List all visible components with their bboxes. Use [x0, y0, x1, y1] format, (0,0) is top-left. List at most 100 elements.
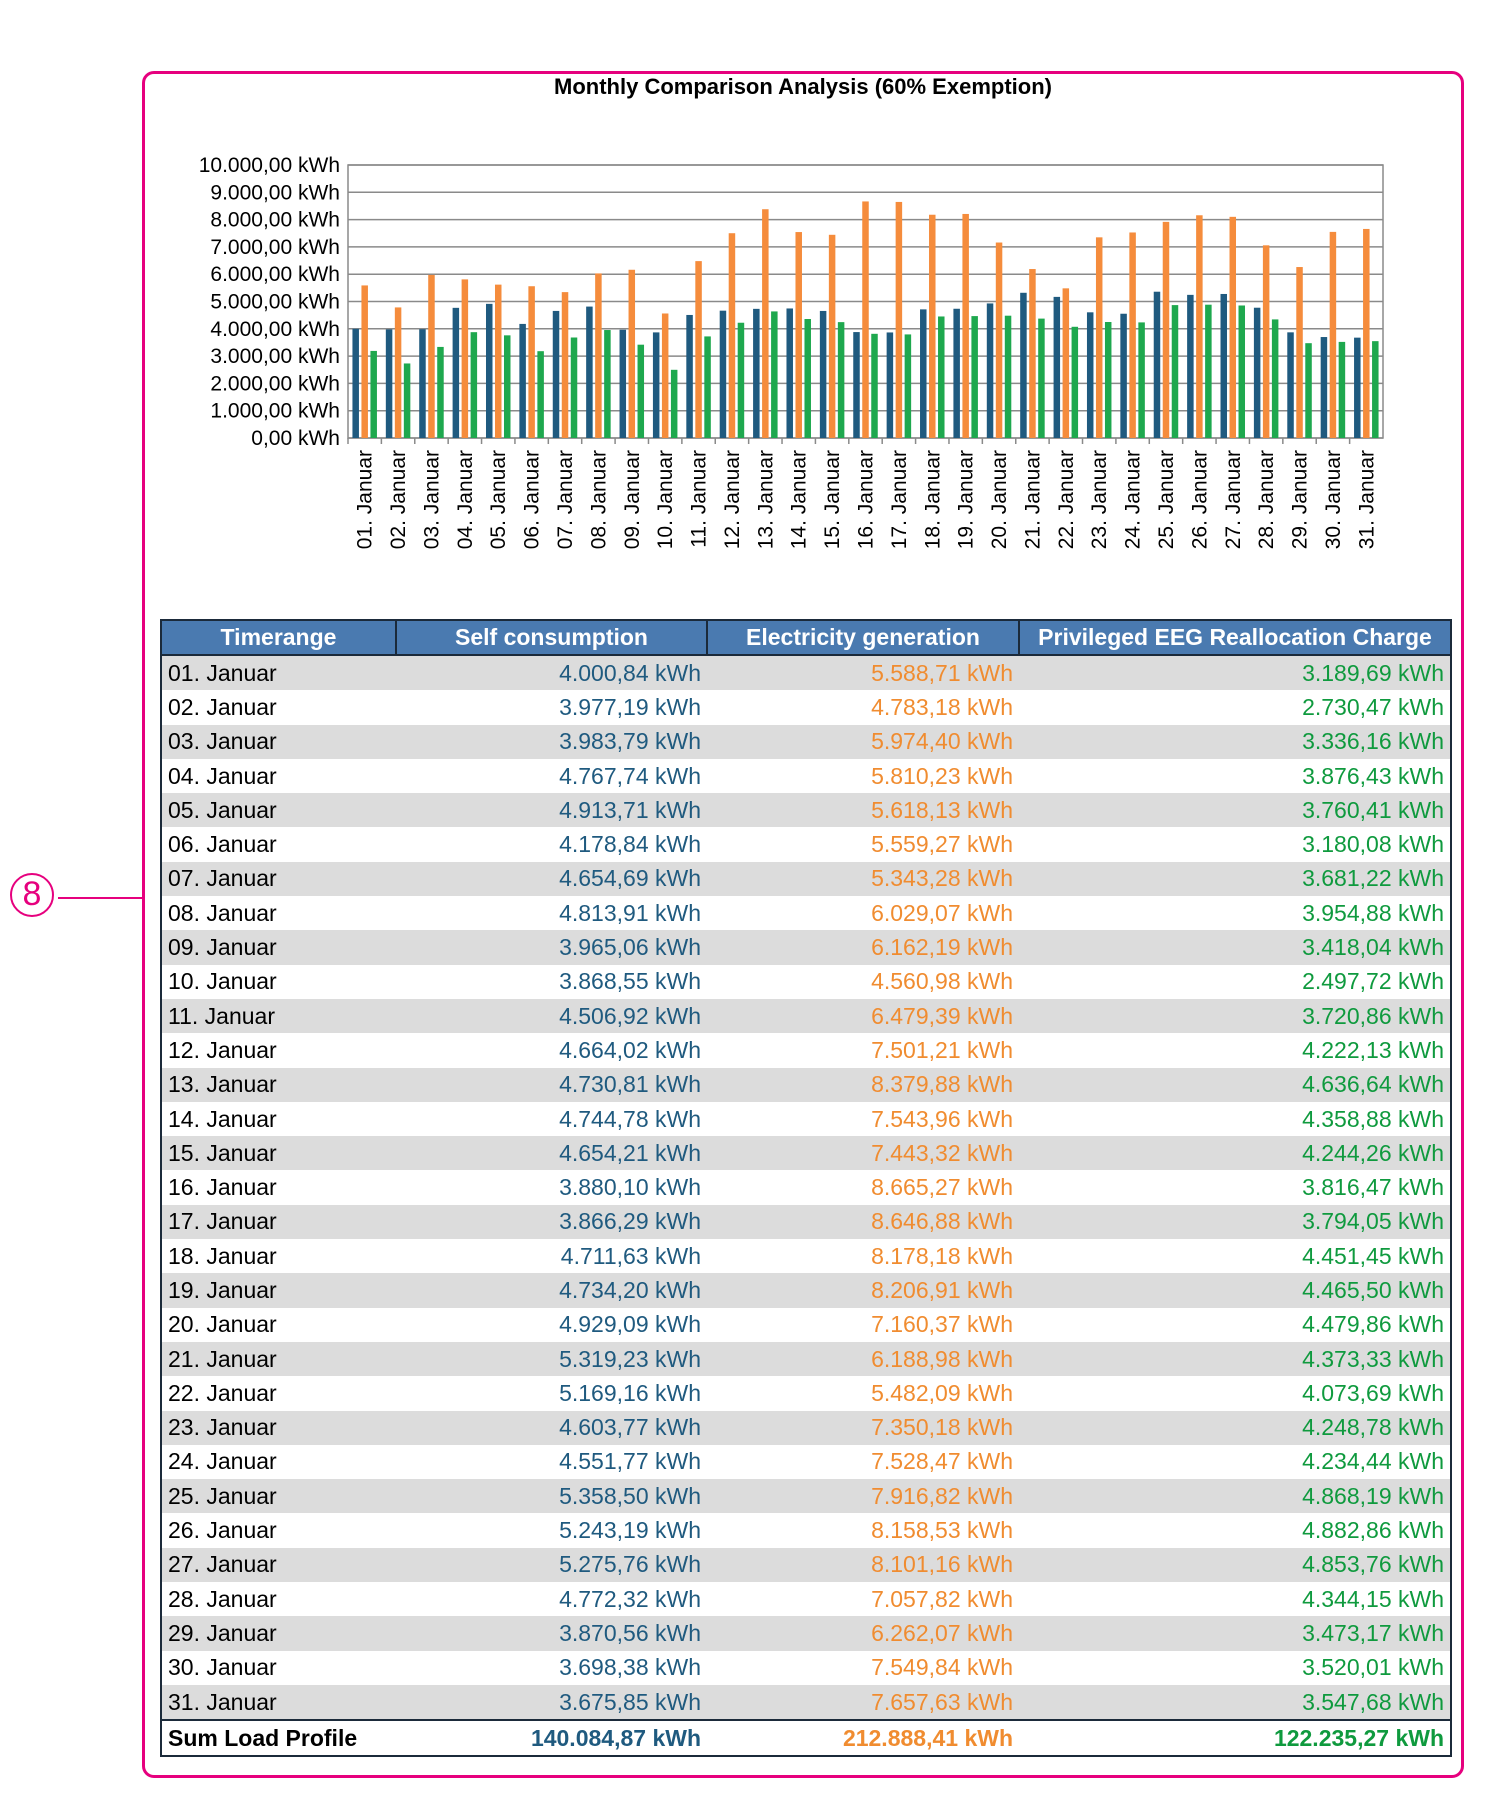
bar: [661, 313, 669, 438]
bar: [771, 311, 778, 438]
x-tick-label: 31. Januar: [1355, 450, 1378, 549]
cell-eeg-charge: 3.547,68 kWh: [1019, 1684, 1451, 1721]
cell-eeg-charge: 4.636,64 kWh: [1019, 1067, 1451, 1102]
bar: [753, 308, 760, 438]
bar: [1338, 341, 1346, 438]
cell-electricity-generation: 6.029,07 kWh: [707, 896, 1019, 931]
cell-timerange: 19. Januar: [161, 1273, 396, 1308]
table-row: 14. Januar 4.744,78 kWh 7.543,96 kWh 4.358,…: [161, 1101, 1451, 1137]
bar: [670, 369, 678, 438]
table-row: 05. Januar 4.913,71 kWh 5.618,13 kWh 3.760,…: [161, 793, 1451, 828]
y-tick-label: 8.000,00 kWh: [210, 209, 340, 232]
cell-self-consumption: 4.000,84 kWh: [396, 655, 707, 691]
bar: [652, 332, 660, 438]
cell-electricity-generation: 5.482,09 kWh: [707, 1376, 1019, 1411]
cell-eeg-charge: 4.465,50 kWh: [1019, 1273, 1451, 1308]
cell-eeg-charge: 4.248,78 kWh: [1019, 1410, 1451, 1445]
bar: [428, 274, 435, 438]
bar: [728, 233, 736, 438]
table-row: 20. Januar 4.929,09 kWh 7.160,37 kWh 4.479,…: [161, 1307, 1451, 1342]
cell-timerange: 17. Januar: [161, 1204, 396, 1240]
bar: [786, 308, 793, 438]
sum-electricity-generation: 212.888,41 kWh: [707, 1719, 1019, 1758]
table-row: 30. Januar 3.698,38 kWh 7.549,84 kWh 3.520,…: [161, 1650, 1451, 1685]
cell-timerange: 07. Januar: [161, 861, 396, 897]
bar: [385, 329, 393, 438]
cell-eeg-charge: 4.234,44 kWh: [1019, 1444, 1451, 1480]
cell-timerange: 14. Januar: [161, 1101, 396, 1137]
bar: [628, 269, 636, 438]
bar: [1329, 231, 1337, 438]
table-row: 16. Januar 3.880,10 kWh 8.665,27 kWh 3.816,…: [161, 1170, 1451, 1205]
bar: [886, 332, 894, 438]
cell-self-consumption: 4.551,77 kWh: [396, 1444, 707, 1480]
cell-electricity-generation: 7.443,32 kWh: [707, 1136, 1019, 1171]
cell-electricity-generation: 7.057,82 kWh: [707, 1582, 1019, 1617]
cell-timerange: 21. Januar: [161, 1341, 396, 1377]
x-tick-label: 16. Januar: [855, 450, 878, 549]
cell-electricity-generation: 5.618,13 kWh: [707, 793, 1019, 828]
cell-electricity-generation: 8.178,18 kWh: [707, 1239, 1019, 1274]
callout-line: [58, 897, 142, 899]
x-tick-label: 25. Januar: [1155, 450, 1178, 549]
cell-self-consumption: 4.654,21 kWh: [396, 1136, 707, 1171]
bar: [837, 322, 845, 438]
cell-electricity-generation: 8.158,53 kWh: [707, 1513, 1019, 1548]
data-table-container: Timerange Self consumption Electricity g…: [160, 619, 1452, 1758]
bar: [1086, 312, 1094, 438]
x-tick-label: 09. Januar: [621, 450, 644, 549]
bar: [403, 363, 411, 438]
cell-self-consumption: 4.734,20 kWh: [396, 1273, 707, 1308]
bar: [1138, 322, 1145, 438]
cell-self-consumption: 3.880,10 kWh: [396, 1170, 707, 1205]
cell-electricity-generation: 6.162,19 kWh: [707, 930, 1019, 965]
table-row: 06. Januar 4.178,84 kWh 5.559,27 kWh 3.180,…: [161, 827, 1451, 862]
x-tick-label: 06. Januar: [521, 450, 544, 549]
bar: [595, 273, 602, 438]
y-tick-label: 9.000,00 kWh: [210, 181, 340, 204]
x-tick-label: 19. Januar: [955, 450, 978, 549]
cell-self-consumption: 4.178,84 kWh: [396, 827, 707, 862]
cell-eeg-charge: 3.816,47 kWh: [1019, 1170, 1451, 1205]
cell-electricity-generation: 5.810,23 kWh: [707, 758, 1019, 794]
y-tick-label: 1.000,00 kWh: [210, 400, 340, 423]
bar: [586, 306, 593, 438]
cell-eeg-charge: 3.760,41 kWh: [1019, 793, 1451, 828]
bar-chart: 0,00 kWh 1.000,00 kWh 2.000,00 kWh 3.000,00…: [199, 154, 1384, 549]
cell-timerange: 28. Januar: [161, 1582, 396, 1617]
bar: [695, 261, 702, 438]
table-row: 08. Januar 4.813,91 kWh 6.029,07 kWh 3.954,…: [161, 896, 1451, 931]
cell-self-consumption: 5.358,50 kWh: [396, 1479, 707, 1514]
cell-electricity-generation: 7.657,63 kWh: [707, 1684, 1019, 1721]
cell-self-consumption: 4.664,02 kWh: [396, 1033, 707, 1068]
x-tick-label: 27. Januar: [1222, 450, 1245, 549]
table-row: 31. Januar 3.675,85 kWh 7.657,63 kWh 3.547,…: [161, 1684, 1451, 1721]
bar: [1253, 307, 1261, 438]
cell-timerange: 08. Januar: [161, 896, 396, 931]
bar: [795, 232, 802, 438]
table-row: 25. Januar 5.358,50 kWh 7.916,82 kWh 4.868,…: [161, 1479, 1451, 1514]
cell-self-consumption: 4.929,09 kWh: [396, 1307, 707, 1342]
bar: [1153, 291, 1161, 438]
cell-eeg-charge: 3.336,16 kWh: [1019, 724, 1451, 759]
header-self-consumption: Self consumption: [395, 619, 708, 656]
bar: [995, 242, 1003, 438]
table-row: 27. Januar 5.275,76 kWh 8.101,16 kWh 4.853,…: [161, 1547, 1451, 1583]
cell-timerange: 11. Januar: [161, 998, 396, 1034]
x-tick-label: 01. Januar: [354, 450, 377, 549]
bar: [394, 307, 402, 438]
cell-electricity-generation: 7.528,47 kWh: [707, 1444, 1019, 1480]
cell-timerange: 03. Januar: [161, 724, 396, 759]
table-row: 19. Januar 4.734,20 kWh 8.206,91 kWh 4.465,…: [161, 1273, 1451, 1308]
bar: [528, 286, 535, 438]
cell-self-consumption: 5.319,23 kWh: [396, 1341, 707, 1377]
bar: [819, 310, 827, 438]
bar: [1287, 332, 1294, 438]
bar: [1296, 267, 1303, 438]
cell-eeg-charge: 4.479,86 kWh: [1019, 1307, 1451, 1342]
cell-timerange: 01. Januar: [161, 655, 396, 691]
table-row: 02. Januar 3.977,19 kWh 4.783,18 kWh 2.730,…: [161, 690, 1451, 725]
table-row: 17. Januar 3.866,29 kWh 8.646,88 kWh 3.794,…: [161, 1204, 1451, 1240]
bar: [828, 234, 836, 438]
cell-eeg-charge: 4.451,45 kWh: [1019, 1239, 1451, 1274]
